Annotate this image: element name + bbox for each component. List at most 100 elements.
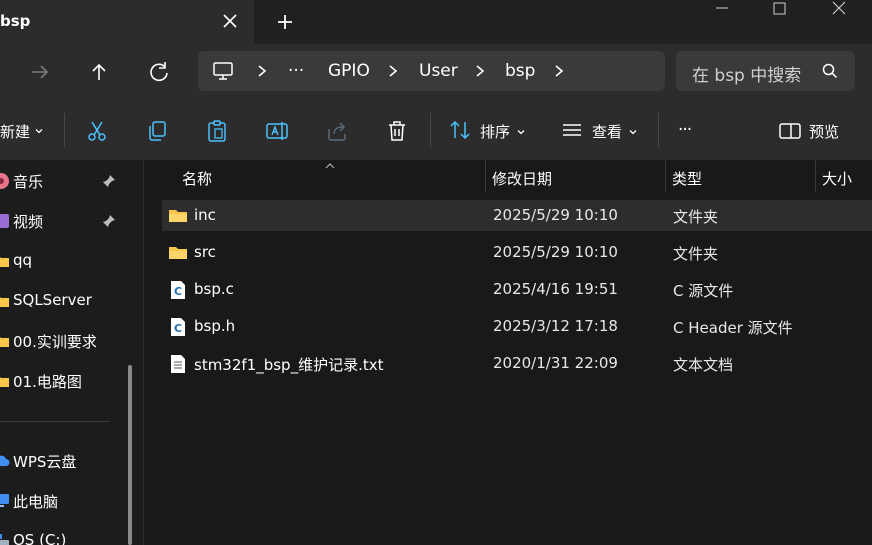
- column-header-label: 类型: [672, 170, 703, 188]
- folder-icon: [0, 372, 10, 390]
- chevron-right-icon[interactable]: [385, 61, 401, 81]
- c-file-icon: C: [168, 280, 188, 300]
- chevron-down-icon: [628, 125, 638, 135]
- folder-icon: [0, 332, 10, 350]
- maximize-icon[interactable]: [756, 0, 802, 20]
- file-name: bsp.h: [194, 317, 236, 335]
- c-file-icon: C: [168, 317, 188, 337]
- drive-icon: [0, 532, 10, 545]
- file-type: C 源文件: [673, 282, 734, 300]
- refresh-icon[interactable]: [144, 58, 174, 86]
- file-type: C Header 源文件: [673, 319, 793, 337]
- close-window-icon[interactable]: [814, 0, 860, 20]
- search-input[interactable]: 在 bsp 中搜索: [676, 51, 855, 91]
- computer-icon: [0, 492, 10, 510]
- copy-icon[interactable]: [145, 119, 169, 143]
- sidebar-item-label: 视频: [13, 213, 44, 231]
- sidebar-item-wps-cloud[interactable]: WPS云盘: [0, 442, 125, 478]
- delete-icon[interactable]: [385, 119, 409, 143]
- file-name: src: [194, 243, 216, 261]
- address-bar[interactable]: ··· GPIO User bsp: [198, 51, 665, 91]
- minimize-icon[interactable]: [700, 0, 746, 20]
- view-button[interactable]: 查看: [560, 114, 640, 148]
- sidebar-item-circuit-diagram[interactable]: 01.电路图: [0, 362, 125, 398]
- new-button-label[interactable]: 新建: [0, 121, 30, 142]
- column-header-date[interactable]: 修改日期: [486, 160, 665, 200]
- sidebar-item-this-pc[interactable]: 此电脑: [0, 482, 125, 518]
- file-name: stm32f1_bsp_维护记录.txt: [194, 356, 384, 374]
- breadcrumb-more[interactable]: ···: [288, 61, 304, 81]
- command-bar: 新建 排序 查看 ··· 预览: [0, 100, 872, 160]
- tab-title: bsp: [0, 12, 31, 30]
- sidebar-item-training-requirements[interactable]: 00.实训要求: [0, 322, 125, 358]
- table-row[interactable]: C bsp.c 2025/4/16 19:51 C 源文件: [162, 274, 872, 305]
- sidebar-item-label: 01.电路图: [13, 373, 82, 391]
- table-row[interactable]: stm32f1_bsp_维护记录.txt 2020/1/31 22:09 文本文…: [162, 348, 872, 379]
- column-header-type[interactable]: 类型: [666, 160, 816, 200]
- close-tab-icon[interactable]: [218, 9, 242, 33]
- new-tab-icon[interactable]: [272, 9, 298, 35]
- sort-button[interactable]: 排序: [448, 114, 528, 148]
- sidebar-item-label: qq: [13, 251, 33, 269]
- file-date: 2020/1/31 22:09: [493, 354, 618, 372]
- forward-icon[interactable]: [25, 58, 55, 86]
- toolbar-divider: [64, 113, 65, 147]
- music-icon: [0, 172, 10, 190]
- pin-icon[interactable]: [102, 174, 116, 188]
- file-name: inc: [194, 206, 216, 224]
- view-label: 查看: [592, 123, 623, 141]
- breadcrumb-user[interactable]: User: [419, 61, 458, 81]
- sidebar-item-label: 音乐: [13, 173, 44, 191]
- sidebar-item-os-c[interactable]: OS (C:): [0, 522, 125, 545]
- toolbar-divider: [658, 113, 659, 147]
- sidebar-item-label: 00.实训要求: [13, 333, 97, 351]
- table-row[interactable]: src 2025/5/29 10:10 文件夹: [162, 237, 872, 268]
- file-date: 2025/5/29 10:10: [493, 206, 618, 224]
- sidebar-item-sqlserver[interactable]: SQLServer: [0, 282, 125, 318]
- chevron-down-icon[interactable]: [34, 124, 44, 134]
- file-date: 2025/3/12 17:18: [493, 317, 618, 335]
- text-file-icon: [168, 354, 188, 374]
- paste-icon[interactable]: [205, 119, 229, 143]
- sidebar-item-label: SQLServer: [13, 291, 92, 309]
- svg-text:C: C: [174, 285, 182, 298]
- breadcrumb-bsp[interactable]: bsp: [505, 61, 535, 81]
- table-row[interactable]: C bsp.h 2025/3/12 17:18 C Header 源文件: [162, 311, 872, 342]
- computer-icon[interactable]: [212, 60, 234, 82]
- sidebar-item-music[interactable]: 音乐: [0, 162, 125, 198]
- file-date: 2025/4/16 19:51: [493, 280, 618, 298]
- share-icon[interactable]: [325, 119, 349, 143]
- sidebar-item-label: WPS云盘: [13, 453, 77, 471]
- sidebar-item-video[interactable]: 视频: [0, 202, 125, 238]
- preview-button[interactable]: 预览: [778, 114, 848, 148]
- column-header-label: 大小: [822, 170, 853, 188]
- search-placeholder: 在 bsp 中搜索: [692, 66, 802, 86]
- column-header-size[interactable]: 大小: [816, 160, 872, 200]
- chevron-right-icon[interactable]: [472, 61, 488, 81]
- svg-text:C: C: [174, 322, 182, 335]
- file-name: bsp.c: [194, 280, 234, 298]
- chevron-right-icon[interactable]: [551, 61, 567, 81]
- rename-icon[interactable]: [265, 119, 289, 143]
- breadcrumb-gpio[interactable]: GPIO: [328, 61, 370, 81]
- file-date: 2025/5/29 10:10: [493, 243, 618, 261]
- sidebar-scrollbar[interactable]: [128, 365, 132, 545]
- cut-icon[interactable]: [85, 119, 109, 143]
- more-options-button[interactable]: ···: [678, 120, 692, 140]
- up-icon[interactable]: [84, 58, 114, 86]
- column-header-name[interactable]: 名称: [144, 160, 485, 200]
- toolbar-divider: [430, 113, 431, 147]
- search-icon[interactable]: [821, 62, 839, 80]
- pin-icon[interactable]: [102, 214, 116, 228]
- chevron-right-icon[interactable]: [254, 61, 270, 81]
- file-type: 文件夹: [673, 245, 719, 263]
- sort-icon: [448, 118, 472, 142]
- folder-icon: [0, 252, 10, 270]
- sidebar-item-label: 此电脑: [13, 493, 59, 511]
- sidebar-item-qq[interactable]: qq: [0, 242, 125, 278]
- address-row: ··· GPIO User bsp 在 bsp 中搜索: [0, 44, 872, 100]
- tab-bsp[interactable]: bsp: [0, 0, 254, 44]
- table-row[interactable]: inc 2025/5/29 10:10 文件夹: [162, 200, 872, 231]
- video-icon: [0, 212, 10, 230]
- sort-label: 排序: [480, 123, 511, 141]
